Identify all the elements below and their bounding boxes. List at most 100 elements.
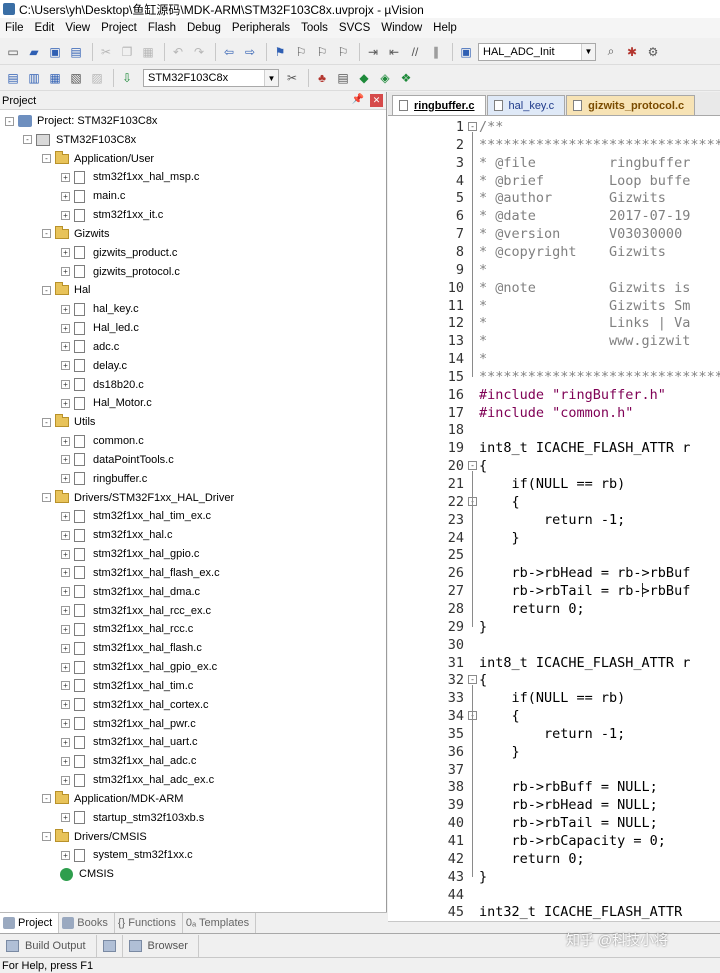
- tree-file[interactable]: + stm32f1xx_hal_flash.c: [61, 639, 202, 657]
- tree-file[interactable]: + stm32f1xx_it.c: [61, 206, 163, 224]
- tree-file[interactable]: + system_stm32f1xx.c: [61, 846, 193, 864]
- tab-browser[interactable]: Browser: [123, 934, 199, 957]
- tree-file[interactable]: + stm32f1xx_hal.c: [61, 526, 172, 544]
- tree-file[interactable]: + stm32f1xx_hal_msp.c: [61, 168, 199, 186]
- collapse-icon[interactable]: -: [42, 493, 51, 503]
- tree-root[interactable]: - Project: STM32F103C8x: [5, 112, 157, 130]
- expand-icon[interactable]: +: [61, 643, 70, 653]
- tree-file[interactable]: + stm32f1xx_hal_rcc_ex.c: [61, 602, 211, 620]
- menu-edit[interactable]: Edit: [30, 22, 61, 34]
- collapse-icon[interactable]: -: [42, 832, 51, 842]
- select-packs-icon[interactable]: ◈: [376, 69, 394, 87]
- tree-group[interactable]: - Utils: [42, 413, 95, 431]
- collapse-icon[interactable]: -: [5, 116, 14, 126]
- expand-icon[interactable]: +: [61, 681, 70, 691]
- expand-icon[interactable]: +: [61, 342, 70, 352]
- expand-icon[interactable]: +: [61, 436, 70, 446]
- expand-icon[interactable]: +: [61, 172, 70, 182]
- cut-icon[interactable]: ✂: [97, 43, 115, 61]
- tree-file[interactable]: + delay.c: [61, 357, 127, 375]
- expand-icon[interactable]: +: [61, 813, 70, 823]
- tree-file[interactable]: + Hal_Motor.c: [61, 394, 152, 412]
- comment-icon[interactable]: //: [406, 43, 424, 61]
- debug-session-icon[interactable]: ✱: [623, 43, 641, 61]
- tree-group[interactable]: - Hal: [42, 281, 91, 299]
- expand-icon[interactable]: +: [61, 737, 70, 747]
- tree-file[interactable]: + ringbuffer.c: [61, 470, 147, 488]
- build-icon[interactable]: ▥: [25, 69, 43, 87]
- tree-cmsis[interactable]: CMSIS: [60, 865, 114, 883]
- expand-icon[interactable]: +: [61, 361, 70, 371]
- expand-icon[interactable]: +: [61, 850, 70, 860]
- tree-file[interactable]: + main.c: [61, 187, 125, 205]
- expand-icon[interactable]: +: [61, 568, 70, 578]
- tab-hal-key-c[interactable]: hal_key.c: [486, 95, 566, 115]
- uncomment-icon[interactable]: ∥: [427, 43, 445, 61]
- collapse-icon[interactable]: -: [42, 229, 51, 239]
- code-text-area[interactable]: 1-/** 2 ******************************* 3 * …: [388, 117, 720, 927]
- tree-file[interactable]: + stm32f1xx_hal_pwr.c: [61, 715, 196, 733]
- expand-icon[interactable]: +: [61, 304, 70, 314]
- expand-icon[interactable]: +: [61, 700, 70, 710]
- expand-icon[interactable]: +: [61, 662, 70, 672]
- close-icon[interactable]: ✕: [370, 94, 383, 107]
- tree-file[interactable]: + stm32f1xx_hal_tim_ex.c: [61, 507, 211, 525]
- tab-templates[interactable]: 0ₐ Templates: [183, 913, 257, 933]
- expand-icon[interactable]: +: [61, 380, 70, 390]
- tree-file[interactable]: + Hal_led.c: [61, 319, 139, 337]
- fold-toggle-icon[interactable]: -: [468, 675, 477, 685]
- copy-icon[interactable]: ❐: [118, 43, 136, 61]
- tree-group[interactable]: - Application/User: [42, 150, 154, 168]
- expand-icon[interactable]: +: [61, 474, 70, 484]
- collapse-icon[interactable]: -: [42, 794, 51, 804]
- expand-icon[interactable]: +: [61, 511, 70, 521]
- find-in-files-icon[interactable]: ▣: [457, 43, 475, 61]
- manage-components-icon[interactable]: ♣: [313, 69, 331, 87]
- download-icon[interactable]: ⇩: [118, 69, 136, 87]
- menu-window[interactable]: Window: [376, 22, 428, 34]
- tab-ringbuffer-c[interactable]: ringbuffer.c: [392, 95, 486, 115]
- tree-file[interactable]: + hal_key.c: [61, 300, 139, 318]
- tree-group[interactable]: - Gizwits: [42, 225, 109, 243]
- menu-peripherals[interactable]: Peripherals: [227, 22, 296, 34]
- tree-file[interactable]: + stm32f1xx_hal_adc.c: [61, 752, 196, 770]
- pin-icon[interactable]: 📌: [352, 94, 364, 105]
- expand-icon[interactable]: +: [61, 606, 70, 616]
- tree-file[interactable]: + stm32f1xx_hal_uart.c: [61, 733, 198, 751]
- menu-svcs[interactable]: SVCS: [334, 22, 376, 34]
- expand-icon[interactable]: +: [61, 210, 70, 220]
- tree-group[interactable]: - Application/MDK-ARM: [42, 790, 183, 808]
- collapse-icon[interactable]: -: [42, 285, 51, 295]
- tree-file[interactable]: + adc.c: [61, 338, 119, 356]
- expand-icon[interactable]: +: [61, 530, 70, 540]
- tree-file[interactable]: + stm32f1xx_hal_flash_ex.c: [61, 564, 220, 582]
- rebuild-icon[interactable]: ▦: [46, 69, 64, 87]
- tree-group[interactable]: - Drivers/STM32F1xx_HAL_Driver: [42, 489, 234, 507]
- expand-icon[interactable]: +: [61, 775, 70, 785]
- tree-file[interactable]: + stm32f1xx_hal_dma.c: [61, 583, 200, 601]
- next-bookmark-icon[interactable]: ⚐: [313, 43, 331, 61]
- menu-debug[interactable]: Debug: [182, 22, 227, 34]
- expand-icon[interactable]: +: [61, 248, 70, 258]
- tree-file[interactable]: + gizwits_product.c: [61, 244, 177, 262]
- new-file-icon[interactable]: ▭: [4, 43, 22, 61]
- clear-bookmarks-icon[interactable]: ⚐: [334, 43, 352, 61]
- expand-icon[interactable]: +: [61, 455, 70, 465]
- bookmark-icon[interactable]: ⚑: [271, 43, 289, 61]
- collapse-icon[interactable]: -: [42, 154, 51, 164]
- batch-build-icon[interactable]: ▧: [67, 69, 85, 87]
- find-in-files-tab[interactable]: [97, 934, 123, 957]
- expand-icon[interactable]: +: [61, 549, 70, 559]
- tree-file[interactable]: + gizwits_protocol.c: [61, 263, 180, 281]
- tree-file[interactable]: + dataPointTools.c: [61, 451, 174, 469]
- tab-gizwits-protocol-c[interactable]: gizwits_protocol.c: [566, 95, 696, 115]
- redo-icon[interactable]: ↷: [190, 43, 208, 61]
- undo-icon[interactable]: ↶: [169, 43, 187, 61]
- tree-target[interactable]: - STM32F103C8x: [23, 131, 136, 149]
- target-combo[interactable]: STM32F103C8x ▼: [143, 69, 279, 87]
- collapse-icon[interactable]: -: [42, 417, 51, 427]
- menu-help[interactable]: Help: [428, 22, 463, 34]
- expand-icon[interactable]: +: [61, 398, 70, 408]
- save-icon[interactable]: ▣: [46, 43, 64, 61]
- tree-file[interactable]: + stm32f1xx_hal_adc_ex.c: [61, 771, 214, 789]
